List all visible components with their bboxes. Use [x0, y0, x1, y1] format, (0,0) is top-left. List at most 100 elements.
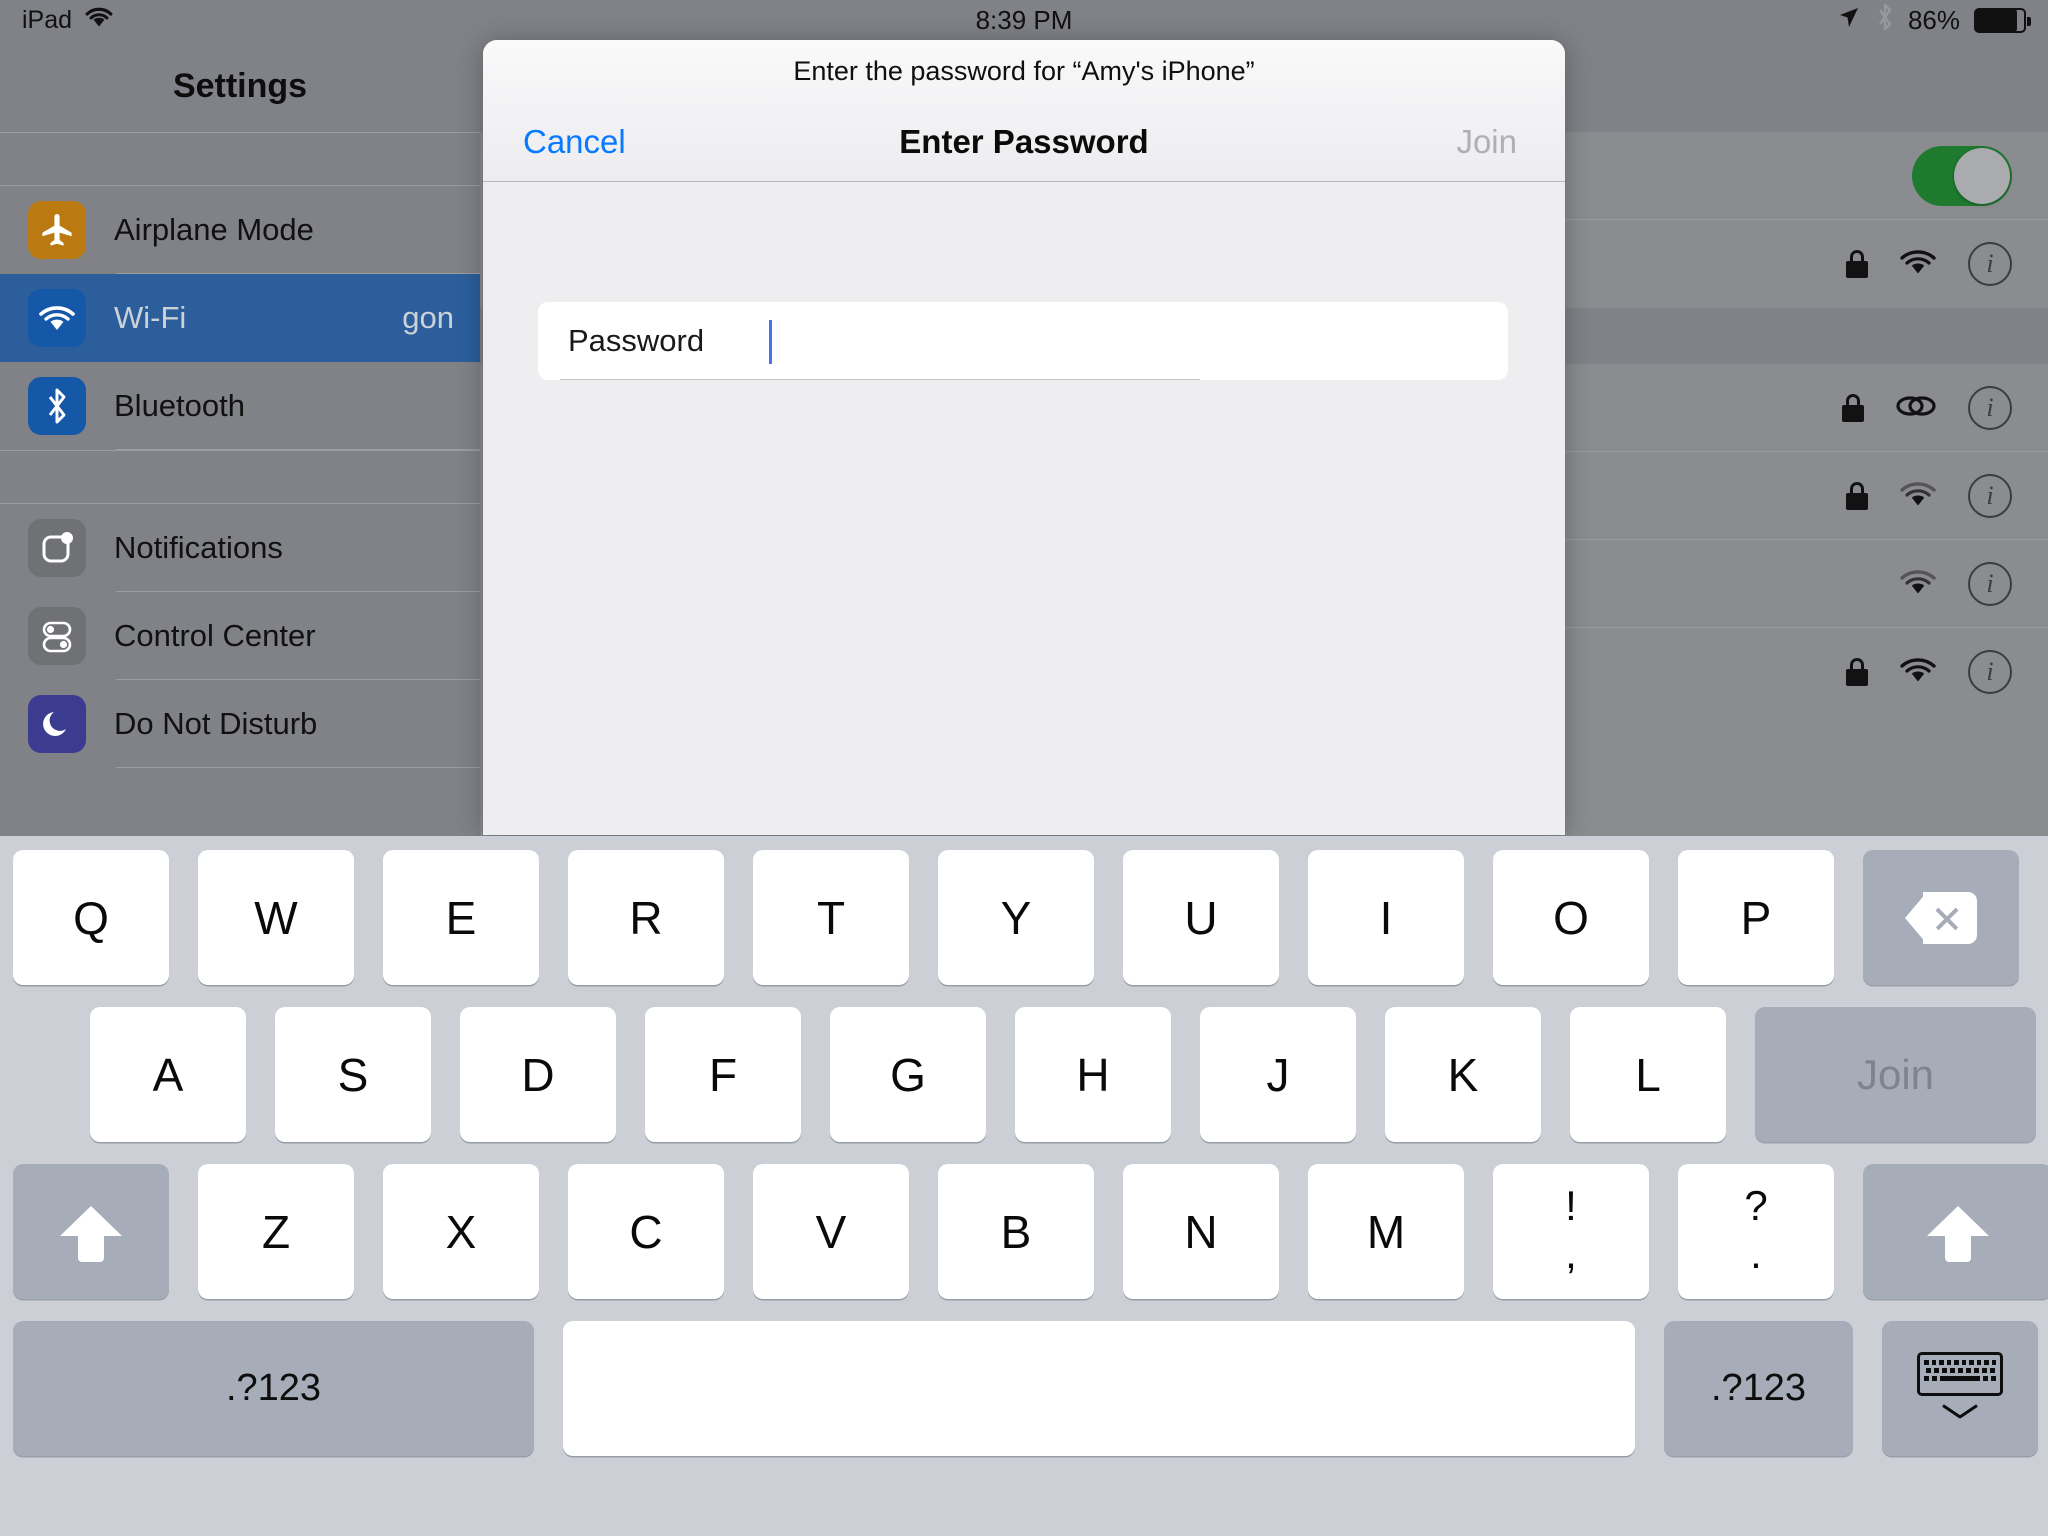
sidebar-item-value: gon — [402, 300, 454, 335]
wifi-icon — [1898, 480, 1938, 513]
key-h[interactable]: H — [1015, 1007, 1171, 1142]
numbers-key-left[interactable]: .?123 — [13, 1321, 534, 1456]
backspace-icon — [1905, 891, 1977, 944]
sidebar-item-label: Do Not Disturb — [114, 706, 318, 741]
row-accessories: i — [1846, 452, 2012, 540]
battery-icon — [1974, 7, 2031, 33]
dialog-subtitle: Enter the password for “Amy's iPhone” — [483, 40, 1565, 102]
field-underline — [560, 379, 1200, 380]
key-j[interactable]: J — [1200, 1007, 1356, 1142]
key-b[interactable]: B — [938, 1164, 1094, 1299]
status-bar-right: 86% — [1836, 3, 2031, 38]
key-p[interactable]: P — [1678, 850, 1834, 985]
toggle-knob — [1954, 148, 2010, 204]
status-bar: iPad 8:39 PM 86% — [0, 0, 2048, 40]
ipad-screen: iPad 8:39 PM 86% Settings Airplane Mode … — [0, 0, 2048, 1536]
enter-password-dialog: Enter the password for “Amy's iPhone” Ca… — [483, 40, 1565, 835]
key-i[interactable]: I — [1308, 850, 1464, 985]
join-button[interactable]: Join — [1456, 123, 1517, 161]
key-l[interactable]: L — [1570, 1007, 1726, 1142]
wifi-icon — [28, 289, 86, 347]
numbers-key-label: .?123 — [1710, 1367, 1807, 1409]
sidebar-group-gap — [0, 450, 480, 504]
key-m[interactable]: M — [1308, 1164, 1464, 1299]
sidebar-item-bluetooth[interactable]: Bluetooth — [0, 362, 480, 450]
sidebar-item-control-center[interactable]: Control Center — [0, 592, 480, 680]
hotspot-link-icon — [1894, 392, 1938, 425]
numbers-key-label: .?123 — [225, 1367, 322, 1409]
backspace-key[interactable] — [1863, 850, 2019, 985]
key-k[interactable]: K — [1385, 1007, 1541, 1142]
sidebar-item-label: Airplane Mode — [114, 212, 314, 247]
info-icon[interactable]: i — [1968, 386, 2012, 430]
return-join-key[interactable]: Join — [1755, 1007, 2036, 1142]
dismiss-keyboard-key[interactable] — [1882, 1321, 2038, 1456]
dialog-body: Password — [483, 182, 1565, 835]
shift-key-left[interactable] — [13, 1164, 169, 1299]
control-center-icon — [28, 607, 86, 665]
key-g[interactable]: G — [830, 1007, 986, 1142]
key-v[interactable]: V — [753, 1164, 909, 1299]
info-icon[interactable]: i — [1968, 650, 2012, 694]
key-n[interactable]: N — [1123, 1164, 1279, 1299]
dialog-navbar: Cancel Enter Password Join — [483, 102, 1565, 182]
keyboard-row-3: Z X C V B N M ! , ? . — [0, 1142, 2048, 1299]
password-label: Password — [568, 323, 705, 358]
info-icon[interactable]: i — [1968, 562, 2012, 606]
bluetooth-icon — [28, 377, 86, 435]
airplane-icon — [28, 201, 86, 259]
lock-icon — [1846, 250, 1868, 278]
space-key[interactable] — [563, 1321, 1635, 1456]
dialog-title: Enter Password — [899, 122, 1149, 160]
notifications-icon — [28, 519, 86, 577]
key-t[interactable]: T — [753, 850, 909, 985]
page-title: Settings — [172, 66, 308, 105]
sidebar-item-do-not-disturb[interactable]: Do Not Disturb — [0, 680, 480, 768]
key-r[interactable]: R — [568, 850, 724, 985]
row-accessories: i — [1846, 220, 2012, 308]
key-o[interactable]: O — [1493, 850, 1649, 985]
key-s[interactable]: S — [275, 1007, 431, 1142]
wifi-toggle[interactable] — [1912, 146, 2012, 206]
divider — [116, 449, 480, 450]
key-x[interactable]: X — [383, 1164, 539, 1299]
key-e[interactable]: E — [383, 850, 539, 985]
location-arrow-icon — [1836, 4, 1862, 37]
settings-sidebar: Airplane Mode Wi-Fi gon Bluetooth Notifi… — [0, 132, 480, 836]
moon-icon — [28, 695, 86, 753]
row-accessories — [1912, 132, 2012, 220]
key-u[interactable]: U — [1123, 850, 1279, 985]
info-icon[interactable]: i — [1968, 242, 2012, 286]
bluetooth-icon — [1876, 3, 1894, 38]
key-a[interactable]: A — [90, 1007, 246, 1142]
wifi-icon — [1898, 248, 1938, 281]
key-c[interactable]: C — [568, 1164, 724, 1299]
sidebar-item-notifications[interactable]: Notifications — [0, 504, 480, 592]
sidebar-item-label: Notifications — [114, 530, 283, 565]
battery-percent: 86% — [1907, 4, 1960, 35]
password-field[interactable]: Password — [538, 302, 1508, 380]
key-q[interactable]: Q — [13, 850, 169, 985]
key-upper-label: ! — [1565, 1181, 1577, 1229]
divider — [116, 767, 480, 768]
row-accessories: i — [1846, 628, 2012, 716]
key-exclamation-comma[interactable]: ! , — [1493, 1164, 1649, 1299]
numbers-key-right[interactable]: .?123 — [1664, 1321, 1853, 1456]
key-y[interactable]: Y — [938, 850, 1094, 985]
key-d[interactable]: D — [460, 1007, 616, 1142]
shift-key-right[interactable] — [1863, 1164, 2048, 1299]
status-bar-time: 8:39 PM — [975, 4, 1073, 35]
sidebar-item-wi-fi[interactable]: Wi-Fi gon — [0, 274, 480, 362]
key-w[interactable]: W — [198, 850, 354, 985]
key-z[interactable]: Z — [198, 1164, 354, 1299]
sidebar-item-label: Wi-Fi — [114, 300, 187, 335]
key-question-period[interactable]: ? . — [1678, 1164, 1834, 1299]
sidebar-item-label: Bluetooth — [114, 388, 245, 423]
key-f[interactable]: F — [645, 1007, 801, 1142]
wifi-icon — [1898, 568, 1938, 601]
info-icon[interactable]: i — [1968, 474, 2012, 518]
sidebar-item-label: Control Center — [114, 618, 316, 653]
sidebar-group-gap — [0, 133, 480, 186]
sidebar-item-airplane-mode[interactable]: Airplane Mode — [0, 186, 480, 274]
key-upper-label: ? — [1744, 1181, 1768, 1229]
